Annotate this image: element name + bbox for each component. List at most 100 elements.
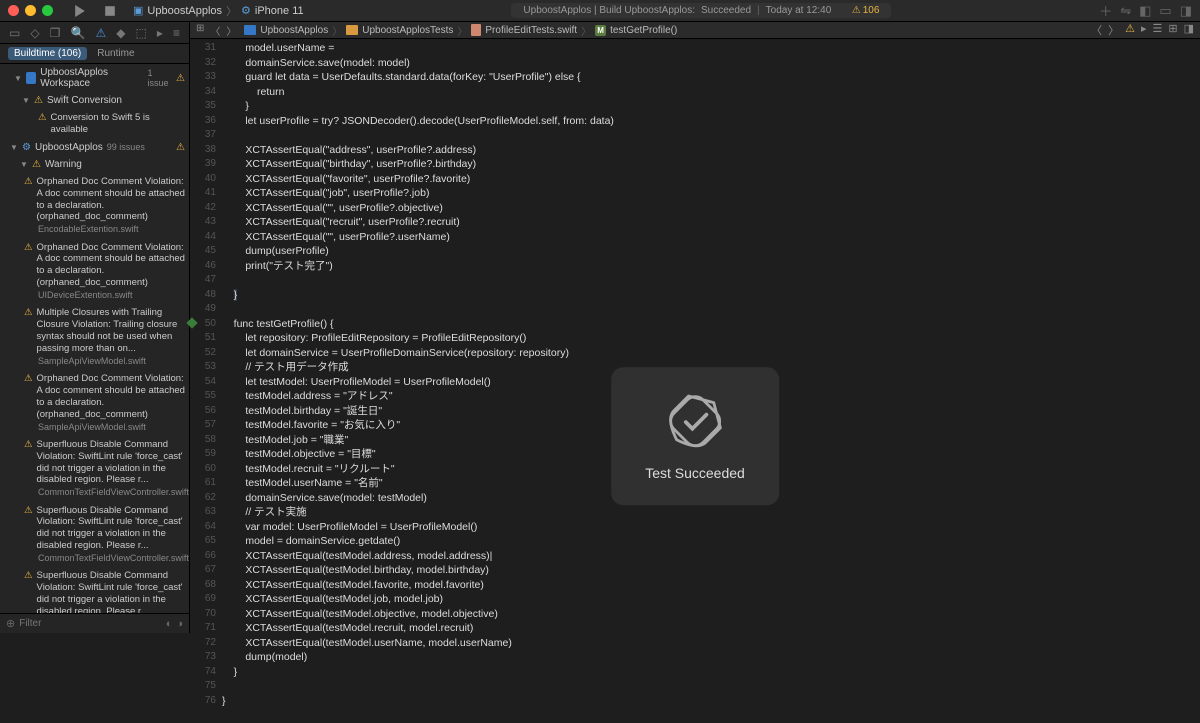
symbol-nav-icon[interactable]: ❐: [50, 26, 61, 40]
filter-icon[interactable]: ⊕: [6, 617, 15, 630]
warning-count[interactable]: ⚠ 106: [852, 5, 880, 16]
warning-icon: ⚠: [24, 242, 33, 254]
issue-item[interactable]: ⚠ Superfluous Disable Command Violation: …: [0, 436, 189, 502]
scheme-name: UpboostApplos: [147, 5, 222, 17]
warning-icon: ⚠: [24, 307, 33, 319]
breakpoint-nav-icon[interactable]: ▸: [157, 26, 163, 40]
test-nav-icon[interactable]: ◆: [116, 26, 125, 40]
issue-item[interactable]: ⚠Conversion to Swift 5 is available: [0, 109, 189, 139]
recent-filter-icon[interactable]: ◐: [166, 618, 173, 630]
minimize-window[interactable]: [25, 5, 36, 16]
jump-bar: ⊞ 〈 〉 UpboostApplos〉 UpboostApplosTests〉…: [190, 22, 1200, 39]
show-inspector[interactable]: ◨: [1180, 3, 1192, 19]
issue-item[interactable]: ⚠ Multiple Closures with Trailing Closure…: [0, 304, 189, 370]
nav-icon[interactable]: ▸: [1141, 22, 1147, 38]
scope-filter-icon[interactable]: ◑: [176, 618, 183, 630]
folder-icon: [244, 25, 256, 35]
issue-title: Superfluous Disable Command Violation: S…: [37, 439, 185, 487]
workspace-group[interactable]: ▼ UpboostApplos Workspace 1 issue ⚠: [0, 64, 189, 92]
project-group[interactable]: ▼⚙ UpboostApplos 99 issues ⚠: [0, 139, 189, 156]
issue-item[interactable]: ⚠ Superfluous Disable Command Violation: …: [0, 567, 189, 613]
show-navigator[interactable]: ◧: [1139, 3, 1151, 19]
nav-prev-icon[interactable]: 〈: [1091, 22, 1102, 38]
warning-label: Warning: [45, 159, 82, 170]
issue-file: EncodableExtention.swift: [38, 224, 185, 235]
issue-title: Conversion to Swift 5 is available: [51, 112, 185, 136]
filter-input[interactable]: [19, 618, 165, 629]
workspace-icon: [26, 72, 36, 84]
issue-item[interactable]: ⚠ Orphaned Doc Comment Violation: A doc c…: [0, 173, 189, 239]
code-editor[interactable]: 3132333435363738394041424344454647484950…: [190, 39, 1200, 723]
outline-icon[interactable]: ☰: [1153, 22, 1163, 38]
titlebar: ▣ UpboostApplos 〉 ⚙ iPhone 11 UpboostApp…: [0, 0, 1200, 22]
app-icon: ▣: [133, 4, 143, 17]
window-controls: [8, 5, 53, 16]
status-target: UpboostApplos | Build UpboostApplos:: [523, 5, 695, 16]
run-button[interactable]: [69, 3, 91, 19]
navigator-sidebar: ▭ ◇ ❐ 🔍 ⚠ ◆ ⬚ ▸ ≡ Buildtime (106) Runtim…: [0, 22, 190, 633]
device-name: iPhone 11: [255, 5, 304, 17]
project-count: 99 issues: [107, 142, 145, 152]
forward-button[interactable]: 〉: [226, 23, 236, 38]
warning-icon: ⚠: [24, 176, 33, 188]
add-button[interactable]: ＋: [1099, 1, 1112, 20]
source-nav-icon[interactable]: ◇: [30, 26, 39, 40]
warning-group[interactable]: ▼⚠ Warning: [0, 156, 189, 173]
buildtime-tab[interactable]: Buildtime (106): [8, 47, 87, 60]
assistant-icon[interactable]: ⊞: [1168, 22, 1177, 38]
swift-file-icon: [471, 24, 481, 36]
warning-icon: ⚠: [176, 73, 185, 84]
navigator-tabs: ▭ ◇ ❐ 🔍 ⚠ ◆ ⬚ ▸ ≡: [0, 22, 189, 44]
issue-title: Orphaned Doc Comment Violation: A doc co…: [37, 373, 185, 421]
report-nav-icon[interactable]: ≡: [173, 26, 180, 40]
method-icon: M: [595, 25, 606, 36]
warning-icon: ⚠: [24, 570, 33, 582]
split-icon[interactable]: ◨: [1184, 22, 1194, 38]
issue-title: Orphaned Doc Comment Violation: A doc co…: [37, 176, 185, 224]
filter-bar: ⊕ ◐ ◑: [0, 613, 189, 633]
build-runtime-row: Buildtime (106) Runtime: [0, 44, 189, 64]
find-nav-icon[interactable]: 🔍: [70, 26, 85, 40]
toast-text: Test Succeeded: [645, 465, 745, 481]
issue-file: SampleApiViewModel.swift: [38, 356, 185, 367]
close-window[interactable]: [8, 5, 19, 16]
runtime-tab[interactable]: Runtime: [97, 48, 134, 59]
issue-title: Multiple Closures with Trailing Closure …: [37, 307, 185, 355]
project-nav-icon[interactable]: ▭: [9, 26, 20, 40]
show-debug[interactable]: ▭: [1159, 3, 1171, 19]
breadcrumb[interactable]: UpboostApplos〉 UpboostApplosTests〉 Profi…: [244, 23, 677, 38]
scheme-selector[interactable]: ▣ UpboostApplos 〉 ⚙ iPhone 11: [133, 3, 304, 19]
status-time: Today at 12:40: [766, 5, 832, 16]
swift-conversion-label: Swift Conversion: [47, 95, 122, 106]
workspace-name: UpboostApplos Workspace: [40, 67, 143, 89]
swift-conversion-group[interactable]: ▼⚠ Swift Conversion: [0, 92, 189, 109]
issue-file: CommonTextFieldViewController.swift: [38, 487, 185, 498]
warning-icon: ⚠: [24, 505, 33, 517]
line-gutter[interactable]: 3132333435363738394041424344454647484950…: [190, 39, 222, 723]
warning-icon[interactable]: ⚠: [1125, 22, 1135, 38]
test-result-toast: Test Succeeded: [611, 367, 779, 505]
warning-icon: ⚠: [176, 142, 185, 153]
back-button[interactable]: 〈: [210, 23, 220, 38]
status-result: Succeeded: [701, 5, 751, 16]
issue-item[interactable]: ⚠Orphaned Doc Comment Violation: A doc c…: [0, 239, 189, 305]
issues-list[interactable]: ▼ UpboostApplos Workspace 1 issue ⚠ ▼⚠ S…: [0, 64, 189, 613]
code-review-button[interactable]: ⇋: [1120, 3, 1131, 19]
issue-file: CommonTextFieldViewController.swift: [38, 553, 185, 564]
stop-button[interactable]: [99, 3, 121, 19]
issue-title: Superfluous Disable Command Violation: S…: [37, 570, 185, 613]
warning-icon: ⚠: [24, 373, 33, 385]
device-icon: ⚙: [241, 4, 251, 17]
issue-nav-icon[interactable]: ⚠: [95, 26, 106, 40]
warning-icon: ⚠: [24, 439, 33, 451]
issue-item[interactable]: ⚠Superfluous Disable Command Violation: …: [0, 502, 189, 568]
activity-status[interactable]: UpboostApplos | Build UpboostApplos: Suc…: [511, 3, 891, 18]
nav-next-icon[interactable]: 〉: [1108, 22, 1119, 38]
related-items-icon[interactable]: ⊞: [196, 23, 204, 38]
issue-item[interactable]: ⚠ Orphaned Doc Comment Violation: A doc c…: [0, 370, 189, 436]
issue-file: UIDeviceExtention.swift: [38, 290, 185, 301]
toolbar-right: ＋ ⇋ ◧ ▭ ◨: [1099, 1, 1192, 20]
zoom-window[interactable]: [42, 5, 53, 16]
workspace-count: 1 issue: [148, 68, 172, 88]
debug-nav-icon[interactable]: ⬚: [136, 26, 147, 40]
